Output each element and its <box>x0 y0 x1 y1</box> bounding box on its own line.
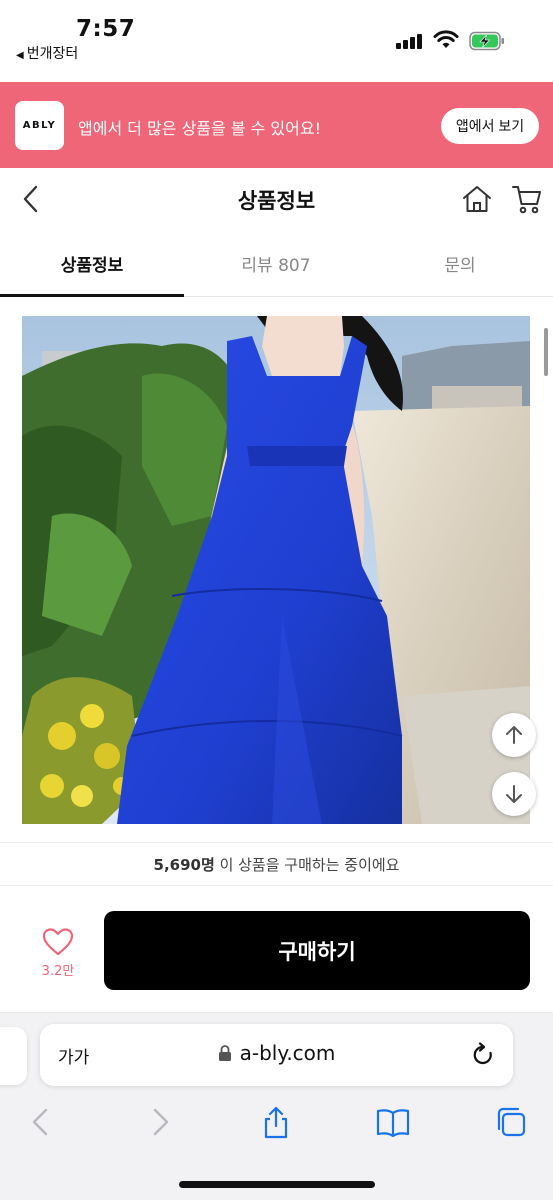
heart-icon <box>42 928 74 956</box>
like-count: 3.2만 <box>41 964 75 979</box>
browser-toolbar: 가가 a-bly.com <box>0 1013 553 1200</box>
back-app-label: 번개장터 <box>26 46 79 62</box>
purchase-count: 5,690명 <box>153 855 215 874</box>
bookmarks-icon[interactable] <box>376 1105 410 1139</box>
address-bar[interactable]: 가가 a-bly.com <box>40 1024 513 1086</box>
share-icon[interactable] <box>259 1105 293 1139</box>
purchase-text: 이 상품을 구매하는 중이에요 <box>219 855 400 874</box>
reload-icon[interactable] <box>470 1041 496 1069</box>
cellular-signal-icon <box>396 33 426 49</box>
arrow-up-icon <box>506 726 522 744</box>
url-text: a-bly.com <box>239 1041 336 1065</box>
browser-back-icon[interactable] <box>24 1105 58 1139</box>
previous-tab-card[interactable] <box>0 1027 27 1085</box>
active-tab-indicator <box>0 294 184 297</box>
status-bar: 7:57 ◀ 번개장터 <box>0 0 553 82</box>
tab-product-info[interactable]: 상품정보 <box>0 230 184 296</box>
home-indicator <box>179 1181 375 1188</box>
scroll-down-button[interactable] <box>492 772 536 816</box>
lock-icon <box>218 1045 231 1061</box>
app-install-banner: ABLY 앱에서 더 많은 상품을 볼 수 있어요! 앱에서 보기 <box>0 82 553 168</box>
arrow-down-icon <box>506 785 522 803</box>
scroll-up-button[interactable] <box>492 713 536 757</box>
tabs-icon[interactable] <box>494 1105 528 1139</box>
status-time: 7:57 <box>76 16 136 42</box>
cart-icon[interactable] <box>511 183 543 215</box>
back-to-app-link[interactable]: ◀ 번개장터 <box>16 43 78 63</box>
product-image[interactable] <box>22 316 530 824</box>
ably-logo: ABLY <box>15 101 64 150</box>
url-display[interactable]: a-bly.com <box>40 1041 513 1065</box>
back-triangle-icon: ◀ <box>16 50 24 61</box>
tab-inquiry[interactable]: 문의 <box>368 230 552 296</box>
browser-forward-icon[interactable] <box>143 1105 177 1139</box>
wifi-icon <box>433 30 459 48</box>
page-scrollbar[interactable] <box>544 328 548 376</box>
purchase-action-bar: 3.2만 구매하기 <box>0 887 553 1013</box>
tab-reviews[interactable]: 리뷰 807 <box>184 230 368 296</box>
buy-button[interactable]: 구매하기 <box>104 911 530 990</box>
purchase-info-bar: 5,690명 이 상품을 구매하는 중이에요 <box>0 842 553 886</box>
banner-message: 앱에서 더 많은 상품을 볼 수 있어요! <box>78 119 322 138</box>
product-tabs: 상품정보 리뷰 807 문의 <box>0 230 553 297</box>
open-in-app-button[interactable]: 앱에서 보기 <box>441 108 539 144</box>
product-photo <box>22 316 530 824</box>
like-button[interactable]: 3.2만 <box>30 925 86 981</box>
page-header: 상품정보 <box>0 168 553 230</box>
home-icon[interactable] <box>461 184 493 214</box>
battery-charging-icon <box>469 31 504 51</box>
